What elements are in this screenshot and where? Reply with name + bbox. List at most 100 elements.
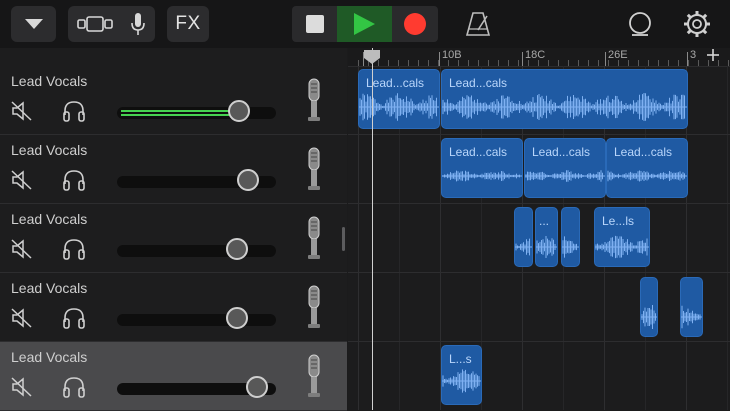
track-list-scrollbar[interactable]: [342, 227, 345, 251]
record-button[interactable]: [392, 6, 438, 42]
chevron-down-icon: [24, 19, 43, 29]
mic-button[interactable]: [130, 12, 146, 36]
mute-button[interactable]: [11, 377, 33, 402]
metronome-button[interactable]: [464, 10, 492, 43]
track-header[interactable]: Lead Vocals: [0, 342, 347, 411]
fx-button[interactable]: FX: [167, 6, 209, 42]
loop-icon: [629, 12, 651, 36]
mute-button[interactable]: [11, 308, 33, 333]
volume-slider-knob[interactable]: [236, 169, 259, 191]
audio-region[interactable]: [514, 207, 533, 267]
mute-button[interactable]: [11, 239, 33, 264]
speaker-muted-icon: [11, 101, 32, 121]
headphones-icon: [63, 377, 85, 398]
audio-region[interactable]: Lead...cals: [606, 138, 688, 198]
track-icon[interactable]: [304, 353, 324, 404]
volume-slider[interactable]: [117, 314, 276, 326]
track-icon[interactable]: [304, 77, 324, 128]
track-header[interactable]: Lead Vocals: [0, 273, 347, 342]
metronome-icon: [465, 12, 491, 36]
add-section-button[interactable]: [706, 46, 720, 67]
speaker-muted-icon: [11, 170, 32, 190]
track-icon[interactable]: [304, 284, 324, 335]
audio-waveform: [525, 170, 605, 182]
stop-icon: [306, 15, 324, 33]
record-icon: [404, 13, 426, 35]
track-lane[interactable]: [348, 342, 730, 410]
microphone-icon: [131, 13, 146, 35]
solo-button[interactable]: [62, 100, 86, 127]
ruler-tick: [605, 52, 606, 66]
audio-region[interactable]: Lead...cals: [441, 69, 688, 129]
audio-region[interactable]: Lead...cals: [358, 69, 440, 129]
mute-button[interactable]: [11, 170, 33, 195]
audio-waveform: [515, 238, 532, 256]
gear-icon: [684, 11, 710, 37]
track-name: Lead Vocals: [11, 211, 88, 227]
microphone-instrument-icon: [308, 147, 320, 190]
ruler-tick: [439, 52, 440, 66]
solo-button[interactable]: [62, 376, 86, 403]
audio-waveform: [607, 170, 687, 182]
audio-waveform: [562, 236, 579, 258]
microphone-instrument-icon: [308, 354, 320, 397]
volume-slider[interactable]: [117, 107, 276, 119]
region-label: Lead...cals: [449, 76, 508, 90]
volume-slider-knob[interactable]: [225, 238, 248, 260]
arrangement-area[interactable]: 1A10B18C26E3 Lead...cals Lead...cals Lead.…: [348, 48, 730, 410]
track-header[interactable]: Lead Vocals: [0, 135, 347, 204]
track-header[interactable]: Lead Vocals: [0, 204, 347, 273]
stop-button[interactable]: [292, 6, 337, 42]
headphones-icon: [63, 308, 85, 329]
audio-region[interactable]: [680, 277, 703, 337]
region-label: Lead...cals: [366, 76, 425, 90]
audio-region[interactable]: Lead...cals: [524, 138, 606, 198]
fx-label: FX: [175, 13, 201, 34]
audio-region[interactable]: L...s: [441, 345, 482, 405]
loop-button[interactable]: [626, 10, 654, 43]
audio-region[interactable]: Lead...cals: [441, 138, 523, 198]
audio-waveform: [442, 369, 481, 393]
level-meter-fill: [121, 114, 230, 116]
volume-slider[interactable]: [117, 245, 276, 257]
region-label: Lead...cals: [614, 145, 673, 159]
audio-waveform: [442, 170, 522, 182]
playhead[interactable]: [372, 48, 373, 410]
region-label: Le...ls: [602, 214, 635, 228]
settings-button[interactable]: [682, 9, 712, 44]
volume-slider-knob[interactable]: [225, 307, 248, 329]
audio-region[interactable]: [561, 207, 580, 267]
audio-waveform: [595, 235, 649, 259]
playhead-handle[interactable]: [363, 49, 381, 65]
timeline-ruler[interactable]: 1A10B18C26E3: [348, 48, 730, 67]
speaker-muted-icon: [11, 239, 32, 259]
audio-region[interactable]: ...: [535, 207, 558, 267]
plus-icon: [707, 49, 719, 61]
region-label: ...: [539, 214, 550, 228]
track-icon[interactable]: [304, 215, 324, 266]
audio-waveform: [641, 305, 657, 329]
headphones-icon: [63, 239, 85, 260]
solo-button[interactable]: [62, 169, 86, 196]
solo-button[interactable]: [62, 238, 86, 265]
headphones-icon: [63, 101, 85, 122]
track-icon[interactable]: [304, 146, 324, 197]
play-button[interactable]: [337, 6, 392, 42]
tracks-view-button[interactable]: [76, 14, 113, 34]
audio-waveform: [359, 93, 439, 121]
menu-button[interactable]: [11, 6, 56, 42]
audio-waveform: [536, 236, 557, 258]
track-header[interactable]: Lead Vocals: [0, 66, 347, 135]
mute-button[interactable]: [11, 101, 33, 126]
microphone-instrument-icon: [308, 216, 320, 259]
volume-slider-knob[interactable]: [245, 376, 268, 398]
audio-region[interactable]: [640, 277, 658, 337]
headphones-icon: [63, 170, 85, 191]
audio-region[interactable]: Le...ls: [594, 207, 650, 267]
track-lane[interactable]: [348, 273, 730, 342]
level-meter-fill: [121, 110, 230, 112]
solo-button[interactable]: [62, 307, 86, 334]
microphone-instrument-icon: [308, 285, 320, 328]
ruler-label: 3: [690, 49, 697, 61]
control-bar: FX: [0, 0, 730, 48]
